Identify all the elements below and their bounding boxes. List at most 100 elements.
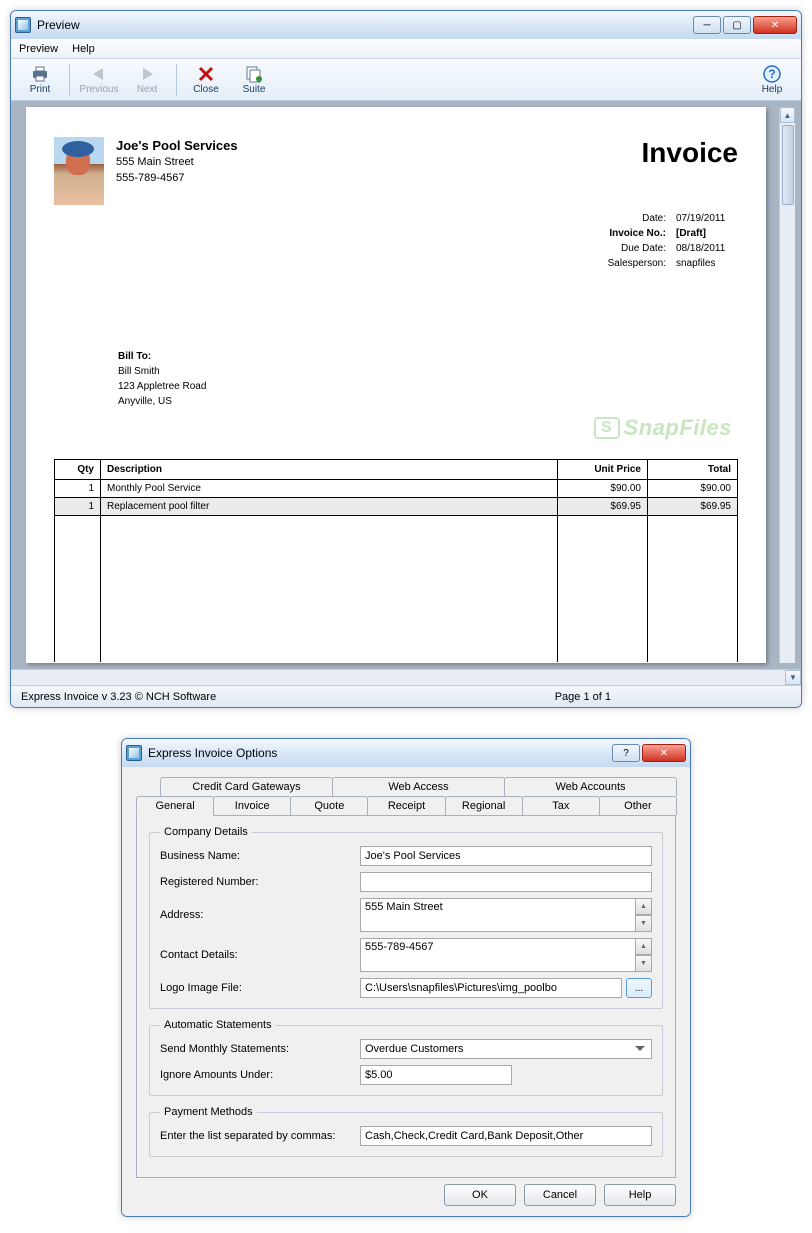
window-title: Express Invoice Options bbox=[148, 746, 612, 760]
statusbar: Express Invoice v 3.23 © NCH Software Pa… bbox=[11, 685, 801, 707]
col-total: Total bbox=[648, 460, 738, 480]
send-monthly-select[interactable]: Overdue Customers bbox=[360, 1039, 652, 1059]
logo-file-field[interactable] bbox=[360, 978, 622, 998]
tab-regional[interactable]: Regional bbox=[445, 796, 523, 815]
tab-web-access[interactable]: Web Access bbox=[332, 777, 505, 796]
cancel-button[interactable]: Cancel bbox=[524, 1184, 596, 1206]
company-details-fieldset: Company Details Business Name: Registere… bbox=[149, 826, 663, 1009]
item-total: $90.00 bbox=[648, 480, 738, 498]
bill-to-name: Bill Smith bbox=[118, 364, 738, 379]
previous-button: Previous bbox=[76, 61, 122, 99]
svg-text:?: ? bbox=[768, 67, 775, 81]
item-row: 1 Replacement pool filter $69.95 $69.95 bbox=[55, 498, 738, 516]
app-icon bbox=[126, 745, 142, 761]
item-row: 1 Monthly Pool Service $90.00 $90.00 bbox=[55, 480, 738, 498]
col-desc: Description bbox=[101, 460, 558, 480]
scroll-down-icon[interactable]: ▼ bbox=[785, 670, 801, 685]
ignore-amounts-label: Ignore Amounts Under: bbox=[160, 1069, 360, 1081]
meta-due: 08/18/2011 bbox=[676, 241, 734, 256]
contact-field[interactable]: 555-789-4567 bbox=[360, 938, 636, 972]
tab-invoice[interactable]: Invoice bbox=[213, 796, 291, 815]
help-label: Help bbox=[762, 84, 783, 95]
company-logo bbox=[54, 137, 104, 205]
meta-no: [Draft] bbox=[676, 226, 734, 241]
item-unit: $90.00 bbox=[558, 480, 648, 498]
tab-web-accounts[interactable]: Web Accounts bbox=[504, 777, 677, 796]
minimize-button[interactable]: ─ bbox=[693, 16, 721, 34]
meta-due-label: Due Date: bbox=[596, 241, 666, 256]
close-icon bbox=[196, 65, 216, 83]
tab-row-2: General Invoice Quote Receipt Regional T… bbox=[136, 796, 676, 816]
status-pages: Page 1 of 1 bbox=[555, 691, 611, 703]
tab-other[interactable]: Other bbox=[599, 796, 677, 815]
ignore-amounts-field[interactable] bbox=[360, 1065, 512, 1085]
col-unit: Unit Price bbox=[558, 460, 648, 480]
tab-receipt[interactable]: Receipt bbox=[367, 796, 445, 815]
vertical-scrollbar[interactable]: ▲ bbox=[779, 107, 795, 663]
ok-button[interactable]: OK bbox=[444, 1184, 516, 1206]
send-monthly-label: Send Monthly Statements: bbox=[160, 1043, 360, 1055]
status-version: Express Invoice v 3.23 © NCH Software bbox=[21, 691, 216, 703]
arrow-left-icon bbox=[89, 65, 109, 83]
suite-label: Suite bbox=[243, 84, 266, 95]
bill-to-heading: Bill To: bbox=[118, 349, 738, 364]
arrow-right-icon bbox=[137, 65, 157, 83]
logo-file-label: Logo Image File: bbox=[160, 982, 360, 994]
business-name-label: Business Name: bbox=[160, 850, 360, 862]
item-total: $69.95 bbox=[648, 498, 738, 516]
maximize-button[interactable]: ▢ bbox=[723, 16, 751, 34]
tab-credit-card-gateways[interactable]: Credit Card Gateways bbox=[160, 777, 333, 796]
app-icon bbox=[15, 17, 31, 33]
address-field[interactable]: 555 Main Street bbox=[360, 898, 636, 932]
scroll-up-icon[interactable]: ▲ bbox=[780, 107, 795, 123]
titlebar[interactable]: Express Invoice Options ? ✕ bbox=[122, 739, 690, 767]
browse-button[interactable]: ... bbox=[626, 978, 652, 998]
address-label: Address: bbox=[160, 909, 360, 921]
spin-up-icon[interactable]: ▲ bbox=[636, 898, 652, 915]
payment-methods-fieldset: Payment Methods Enter the list separated… bbox=[149, 1106, 663, 1157]
bill-to-street: 123 Appletree Road bbox=[118, 379, 738, 394]
company-name: Joe's Pool Services bbox=[116, 137, 238, 155]
titlebar[interactable]: Preview ─ ▢ ✕ bbox=[11, 11, 801, 39]
spin-down-icon[interactable]: ▼ bbox=[636, 915, 652, 932]
menubar: Preview Help bbox=[11, 39, 801, 59]
help-button[interactable]: ? Help bbox=[749, 61, 795, 99]
scroll-thumb[interactable] bbox=[782, 125, 794, 205]
window-title: Preview bbox=[37, 18, 693, 32]
meta-date-label: Date: bbox=[596, 211, 666, 226]
tab-general[interactable]: General bbox=[136, 796, 214, 816]
suite-icon bbox=[244, 65, 264, 83]
auto-statements-legend: Automatic Statements bbox=[160, 1019, 276, 1031]
business-name-field[interactable] bbox=[360, 846, 652, 866]
payment-methods-field[interactable] bbox=[360, 1126, 652, 1146]
preview-window: Preview ─ ▢ ✕ Preview Help Print Previou… bbox=[10, 10, 802, 708]
company-details-legend: Company Details bbox=[160, 826, 252, 838]
help-button[interactable]: Help bbox=[604, 1184, 676, 1206]
bill-to-city: Anyville, US bbox=[118, 394, 738, 409]
close-window-button[interactable]: ✕ bbox=[642, 744, 686, 762]
close-label: Close bbox=[193, 84, 219, 95]
items-table: Qty Description Unit Price Total 1 Month… bbox=[54, 459, 738, 662]
item-unit: $69.95 bbox=[558, 498, 648, 516]
menu-help[interactable]: Help bbox=[72, 43, 95, 55]
titlebar-help-button[interactable]: ? bbox=[612, 744, 640, 762]
spin-up-icon[interactable]: ▲ bbox=[636, 938, 652, 955]
meta-date: 07/19/2011 bbox=[676, 211, 734, 226]
print-button[interactable]: Print bbox=[17, 61, 63, 99]
preview-content: SSnapFiles Joe's Pool Services 555 Main … bbox=[11, 101, 801, 669]
menu-preview[interactable]: Preview bbox=[19, 43, 58, 55]
close-window-button[interactable]: ✕ bbox=[753, 16, 797, 34]
tab-tax[interactable]: Tax bbox=[522, 796, 600, 815]
registered-number-field[interactable] bbox=[360, 872, 652, 892]
close-button[interactable]: Close bbox=[183, 61, 229, 99]
tab-quote[interactable]: Quote bbox=[290, 796, 368, 815]
suite-button[interactable]: Suite bbox=[231, 61, 277, 99]
bill-to: Bill To: Bill Smith 123 Appletree Road A… bbox=[118, 349, 738, 409]
company-info: Joe's Pool Services 555 Main Street 555-… bbox=[116, 137, 238, 186]
payment-methods-label: Enter the list separated by commas: bbox=[160, 1130, 360, 1142]
meta-sales-label: Salesperson: bbox=[596, 256, 666, 271]
item-qty: 1 bbox=[55, 498, 101, 516]
item-qty: 1 bbox=[55, 480, 101, 498]
spin-down-icon[interactable]: ▼ bbox=[636, 955, 652, 972]
tab-panel-general: Company Details Business Name: Registere… bbox=[136, 816, 676, 1178]
